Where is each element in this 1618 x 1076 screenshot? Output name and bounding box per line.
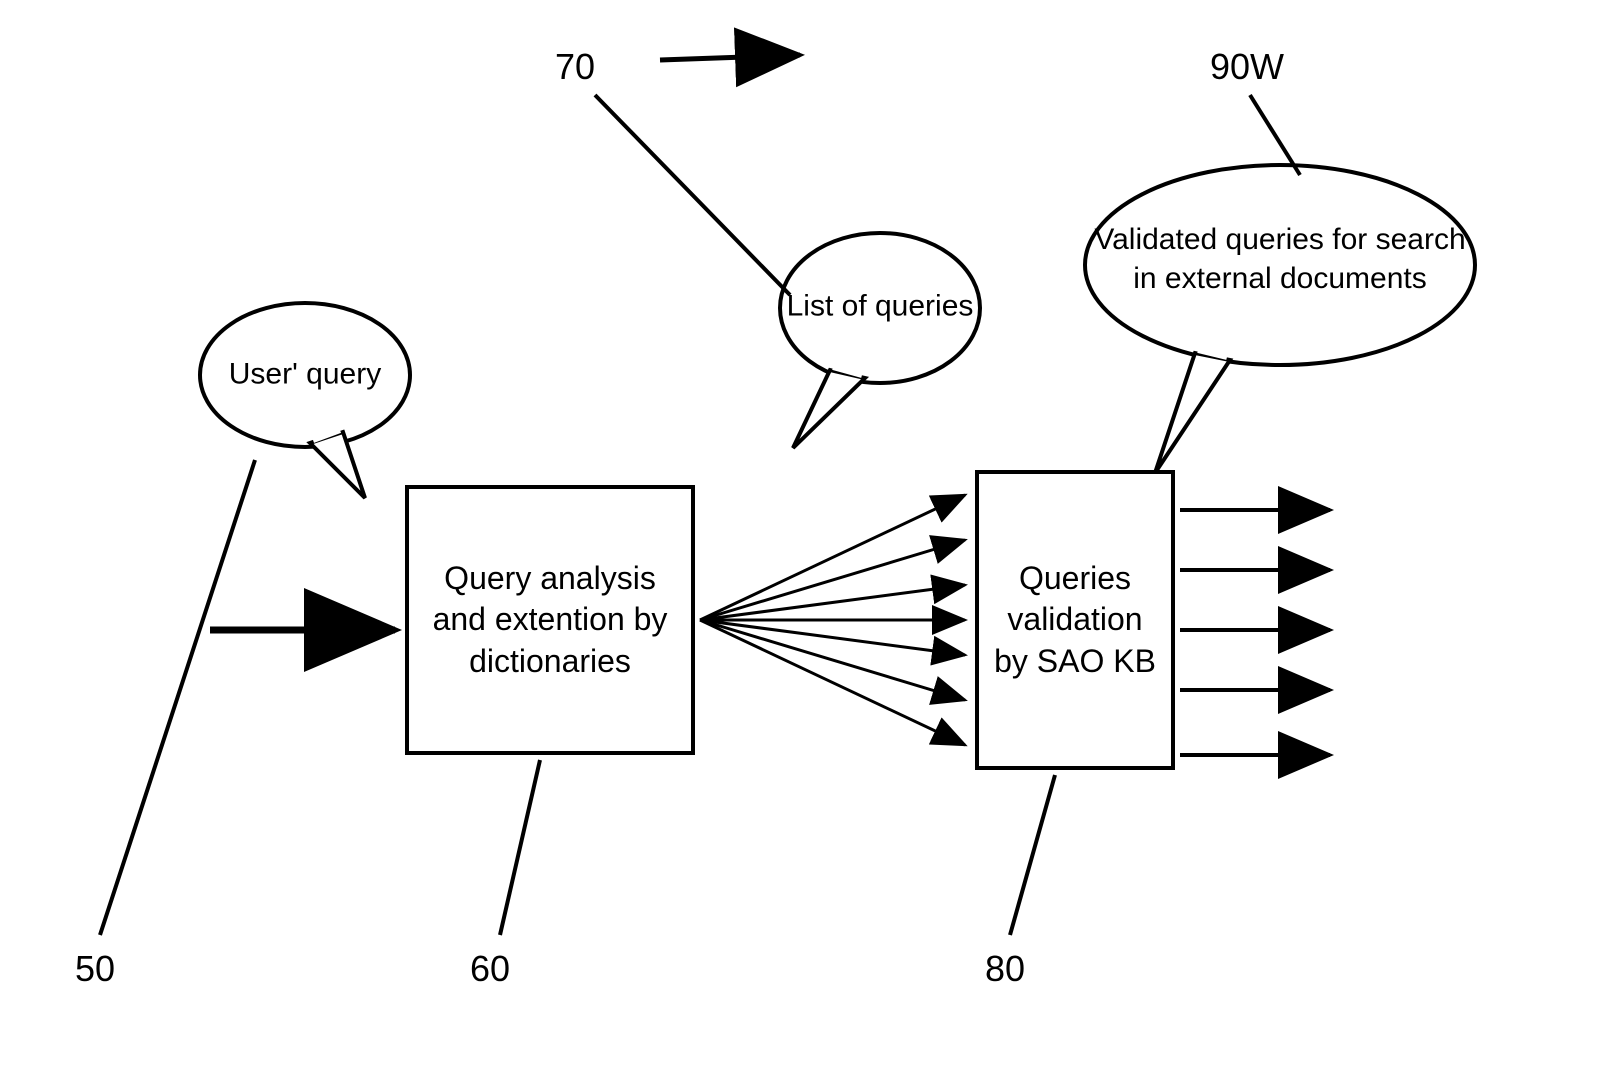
- label-70: 70: [555, 46, 595, 88]
- box-queries-validation: Queries validation by SAO KB: [975, 470, 1175, 770]
- label-50: 50: [75, 948, 115, 990]
- box-query-analysis-text: Query analysis and extention by dictiona…: [424, 558, 676, 683]
- bubble-validated-queries-text: Validated queries for search in external…: [1080, 220, 1480, 298]
- box-query-analysis: Query analysis and extention by dictiona…: [405, 485, 695, 755]
- label-80: 80: [985, 948, 1025, 990]
- bubble-validated-queries: Validated queries for search in external…: [1080, 160, 1480, 370]
- bubble-user-query: User' query: [195, 300, 415, 455]
- bubble-user-query-text: User' query: [195, 354, 415, 393]
- bubble-list-of-queries-text: List of queries: [775, 287, 985, 326]
- box-queries-validation-text: Queries validation by SAO KB: [994, 558, 1156, 683]
- label-90w: 90W: [1210, 46, 1284, 88]
- label-60: 60: [470, 948, 510, 990]
- bubble-list-of-queries: List of queries: [775, 230, 985, 390]
